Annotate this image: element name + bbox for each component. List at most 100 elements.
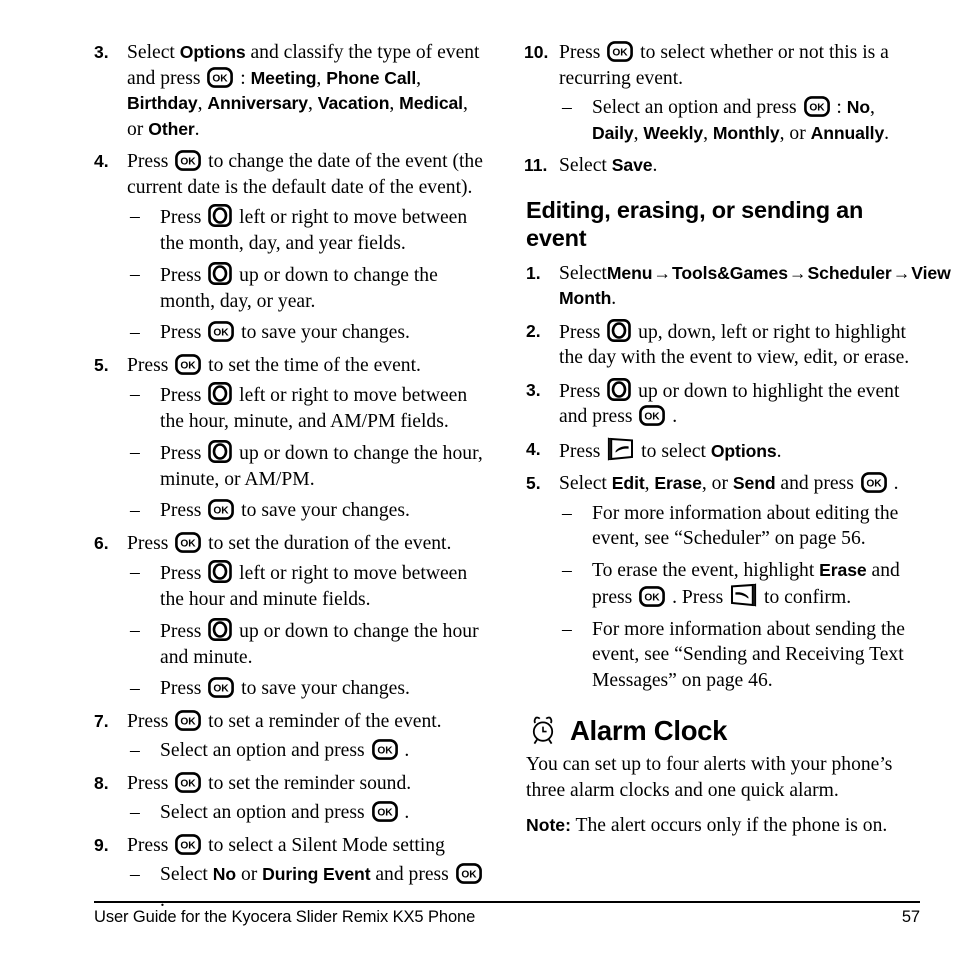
navigation-key-icon xyxy=(208,204,233,227)
dash-bullet-icon: – xyxy=(562,97,572,118)
svg-text:OK: OK xyxy=(181,157,197,168)
step-text: Press OK to set a reminder of the event. xyxy=(127,709,442,732)
svg-text:OK: OK xyxy=(181,778,197,789)
ui-term: Options xyxy=(710,440,777,461)
body-text: Select xyxy=(160,864,213,885)
navigation-key-icon xyxy=(208,382,233,405)
body-text: Press xyxy=(127,151,174,172)
sub-bullet-text: Press left or right to move between the … xyxy=(160,560,467,610)
dash-bullet-icon: – xyxy=(562,502,572,524)
page-footer: User Guide for the Kyocera Slider Remix … xyxy=(94,908,920,927)
right-softkey-icon xyxy=(730,583,757,607)
step-text: Press OK to set the reminder sound. xyxy=(127,771,412,794)
ui-term: Vacation xyxy=(317,93,390,113)
ui-term: Tools&Games xyxy=(672,262,788,283)
body-text: , xyxy=(870,97,875,118)
sub-bullet-text: Select No or During Event and press OK . xyxy=(160,863,484,911)
step-number: 10. xyxy=(524,42,549,62)
body-text: to set the reminder sound. xyxy=(203,772,412,794)
sub-bullet-text: To erase the event, highlight Erase and … xyxy=(592,560,900,609)
ok-key-icon: OK xyxy=(175,709,202,731)
ok-key-icon: OK xyxy=(208,321,235,342)
ui-term: Medical xyxy=(399,93,463,113)
sub-bullet-item: – Press OK to save your changes. xyxy=(127,676,488,702)
sub-bullet-item: – Press left or right to move between the… xyxy=(127,204,488,256)
body-text: Press xyxy=(160,500,207,521)
right-column-step-list-section: 1. SelectMenu→Tools&Games→Scheduler→View … xyxy=(526,261,951,694)
body-text: , xyxy=(307,93,318,114)
dash-bullet-icon: – xyxy=(130,562,140,583)
body-text: Press xyxy=(559,440,606,462)
body-text: , xyxy=(644,473,655,494)
dash-bullet-icon: – xyxy=(130,322,140,343)
step-number: 11. xyxy=(524,155,548,175)
step-number: 4. xyxy=(94,151,109,171)
ui-term: Other xyxy=(148,118,195,139)
step-number: 9. xyxy=(94,834,109,855)
body-text: , xyxy=(416,67,422,89)
dash-bullet-icon: – xyxy=(562,618,572,640)
numbered-step: 6. Press OK to set the duration of the ev… xyxy=(94,531,488,702)
step-text: Press OK to set the time of the event. xyxy=(127,353,421,376)
body-text: , xyxy=(389,93,400,114)
ok-key-icon: OK xyxy=(208,499,235,520)
body-text: Select an option and press xyxy=(160,740,370,761)
ok-key-icon: OK xyxy=(175,353,202,375)
step-number: 4. xyxy=(526,438,541,459)
sub-bullet-text: For more information about editing the e… xyxy=(592,503,898,550)
left-column: 3. Select Options and classify the type o… xyxy=(94,40,488,911)
ui-term: Options xyxy=(179,42,246,62)
ui-term: Phone Call xyxy=(326,67,417,88)
svg-text:OK: OK xyxy=(214,506,230,517)
ok-key-icon: OK xyxy=(371,801,398,822)
sub-bullet-text: For more information about sending the e… xyxy=(592,619,905,691)
body-text: , or xyxy=(779,122,811,144)
left-softkey-icon xyxy=(607,437,634,461)
numbered-step: 10. Press OK to select whether or not thi… xyxy=(524,40,920,146)
sub-bullet-list: – Select No or During Event and press OK … xyxy=(127,862,488,913)
navigation-key-icon xyxy=(607,377,632,401)
sub-bullet-text: Select an option and press OK : No, Dail… xyxy=(592,96,890,144)
body-text: Select xyxy=(559,473,612,494)
body-text: Select an option and press xyxy=(160,802,370,823)
body-text: . xyxy=(884,122,890,144)
ok-key-icon: OK xyxy=(371,739,398,760)
body-text: and press xyxy=(775,473,859,494)
step-number: 6. xyxy=(94,532,109,553)
dash-bullet-icon: – xyxy=(130,500,140,521)
ok-key-icon: OK xyxy=(639,586,666,607)
right-column: 10. Press OK to select whether or not thi… xyxy=(524,40,951,880)
svg-text:OK: OK xyxy=(214,328,230,339)
step-number: 7. xyxy=(94,710,109,731)
left-column-step-list: 3. Select Options and classify the type o… xyxy=(94,40,488,913)
svg-text:OK: OK xyxy=(213,73,229,84)
sub-bullet-item: – Select an option and press OK : No, Dai… xyxy=(559,95,920,146)
sub-bullet-item: – Press up or down to change the month, d… xyxy=(127,262,488,314)
body-text: Press xyxy=(160,322,207,343)
body-text: Press xyxy=(160,207,207,228)
ui-term: Meeting xyxy=(250,67,317,88)
step-text: Select Edit, Erase, or Send and press OK… xyxy=(559,472,899,494)
document-page: 3. Select Options and classify the type o… xyxy=(0,0,954,954)
dash-bullet-icon: – xyxy=(130,206,140,227)
body-text: . xyxy=(611,288,617,309)
sub-bullet-list: – Press left or right to move between the… xyxy=(127,560,488,702)
step-text: Press up, down, left or right to highlig… xyxy=(559,318,909,368)
body-text: For more information about sending the e… xyxy=(592,618,905,691)
sub-bullet-text: Press left or right to move between the … xyxy=(160,204,467,254)
arrow-separator-icon: → xyxy=(788,262,807,283)
svg-text:OK: OK xyxy=(181,716,197,727)
svg-text:OK: OK xyxy=(181,538,197,549)
svg-text:OK: OK xyxy=(377,746,393,757)
sub-bullet-item: – Press OK to save your changes. xyxy=(127,320,488,346)
sub-bullet-item: – To erase the event, highlight Erase and… xyxy=(559,558,920,611)
sub-bullet-list: – Press left or right to move between the… xyxy=(127,382,488,524)
body-text: Press xyxy=(160,678,207,699)
numbered-step: 5. Select Edit, Erase, or Send and press … xyxy=(526,471,920,693)
body-text: Press xyxy=(160,621,207,642)
sub-bullet-text: Press up or down to change the hour and … xyxy=(160,618,479,668)
svg-text:OK: OK xyxy=(377,808,393,819)
ok-key-icon: OK xyxy=(175,771,202,793)
sub-bullet-text: Press up or down to change the hour, min… xyxy=(160,440,483,490)
sub-bullet-list: – Select an option and press OK . xyxy=(127,738,488,764)
